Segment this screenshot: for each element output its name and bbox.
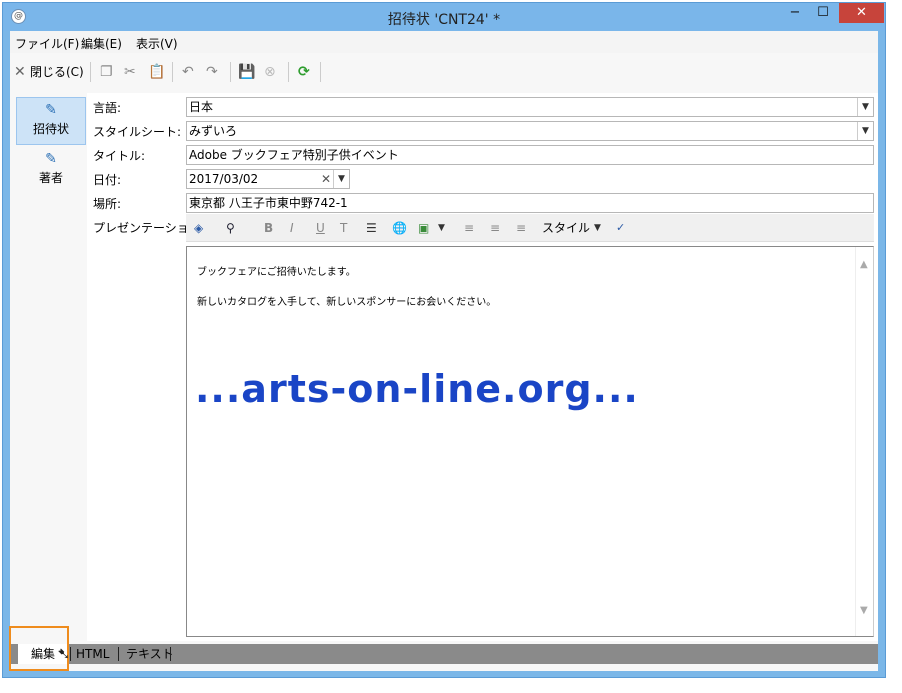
title-input[interactable]: Adobe ブックフェア特別子供イベント	[186, 145, 874, 165]
tab-html[interactable]: HTML	[70, 644, 115, 664]
link-icon[interactable]: 🌐	[392, 220, 407, 236]
toolbar-separator	[230, 62, 231, 82]
clear-icon[interactable]: ✕	[321, 170, 331, 188]
close-x-icon: ✕	[14, 64, 26, 80]
editor-mode-tabs: 編集 HTML テキスト	[10, 644, 878, 664]
maximize-button[interactable]: ☐	[809, 3, 837, 23]
nav-item-label: 招待状	[32, 122, 69, 136]
cut-icon[interactable]: ✂	[124, 62, 136, 82]
menu-edit[interactable]: 編集(E)	[81, 35, 122, 52]
editor-line: 新しいカタログを入手して、新しいスポンサーにお会いください。	[197, 297, 497, 308]
title-label: タイトル:	[93, 149, 146, 163]
place-label: 場所:	[93, 197, 122, 211]
bold-icon[interactable]: B	[264, 220, 273, 236]
minimize-button[interactable]: −	[781, 3, 809, 23]
stylesheet-value: みずいろ	[189, 124, 238, 138]
stylesheet-select[interactable]: みずいろ ▼	[186, 121, 874, 141]
title-bar: @ 招待状 'CNT24' * − ☐ ✕	[3, 3, 885, 31]
close-window-button[interactable]: ✕	[839, 3, 884, 23]
redo-icon[interactable]: ↷	[206, 62, 218, 82]
document-edit-icon: ✎	[45, 102, 57, 118]
cancel-icon[interactable]: ⊗	[264, 62, 276, 82]
stylesheet-label: スタイルシート:	[93, 125, 182, 139]
tab-separator	[118, 647, 119, 661]
language-label: 言語:	[93, 101, 122, 115]
chevron-down-icon[interactable]: ▼	[857, 98, 873, 116]
spellcheck-icon[interactable]: ✓	[616, 220, 625, 236]
window-title: 招待状 'CNT24' *	[387, 12, 501, 28]
left-nav-panel: ✎ 招待状 ✎ 著者	[10, 93, 86, 641]
main-window: @ 招待状 'CNT24' * − ☐ ✕ ファイル(F) 編集(E) 表示(V…	[2, 2, 886, 678]
chevron-down-icon[interactable]: ▼	[594, 220, 601, 236]
nav-item-label: 著者	[38, 171, 63, 185]
clear-format-icon[interactable]: T	[340, 220, 347, 236]
menu-bar: ファイル(F) 編集(E) 表示(V)	[10, 31, 878, 53]
italic-icon[interactable]: I	[290, 220, 294, 236]
chevron-down-icon[interactable]: ▼	[333, 170, 349, 188]
scroll-up-icon[interactable]: ▲	[860, 259, 868, 270]
editor-line: ブックフェアにご招待いたします。	[197, 267, 356, 278]
align-right-icon[interactable]: ≡	[516, 220, 526, 236]
image-icon[interactable]: ▣	[418, 220, 429, 236]
paste-icon[interactable]: 📋	[148, 62, 165, 82]
chevron-down-icon[interactable]: ▼	[438, 220, 445, 236]
source-icon[interactable]: ◈	[194, 220, 203, 236]
watermark-text: ...arts-on-line.org...	[195, 367, 639, 411]
refresh-icon[interactable]: ⟳	[298, 62, 310, 82]
style-select[interactable]: スタイル	[542, 220, 590, 236]
nav-item-author[interactable]: ✎ 著者	[16, 147, 86, 195]
toolbar-separator	[90, 62, 91, 82]
list-icon[interactable]: ☰	[366, 220, 377, 236]
underline-icon[interactable]: U	[316, 220, 325, 236]
editor-scrollbar[interactable]: ▲ ▼	[855, 247, 873, 636]
toolbar-separator	[288, 62, 289, 82]
language-value: 日本	[189, 100, 214, 114]
close-button[interactable]: 閉じる(C)	[30, 62, 84, 82]
align-left-icon[interactable]: ≡	[464, 220, 474, 236]
rich-text-editor[interactable]: ブックフェアにご招待いたします。 新しいカタログを入手して、新しいスポンサーにお…	[186, 246, 874, 637]
scroll-down-icon[interactable]: ▼	[860, 605, 868, 616]
align-center-icon[interactable]: ≡	[490, 220, 500, 236]
tab-separator	[170, 647, 171, 661]
save-icon[interactable]: 💾	[238, 62, 255, 82]
undo-icon[interactable]: ↶	[182, 62, 194, 82]
document-edit-icon: ✎	[45, 151, 57, 167]
mouse-cursor-icon: ➷	[57, 644, 71, 663]
toolbar-separator	[172, 62, 173, 82]
form-area: 言語: 日本 ▼ スタイルシート: みずいろ ▼ タイトル: Adobe ブック…	[87, 93, 878, 641]
language-select[interactable]: 日本 ▼	[186, 97, 874, 117]
menu-file[interactable]: ファイル(F)	[15, 35, 79, 52]
copy-icon[interactable]: ❐	[100, 62, 113, 82]
place-input[interactable]: 東京都 八王子市東中野742-1	[186, 193, 874, 213]
date-input[interactable]: 2017/03/02 ✕ ▼	[186, 169, 350, 189]
chevron-down-icon[interactable]: ▼	[857, 122, 873, 140]
date-value: 2017/03/02	[189, 172, 259, 186]
toolbar-separator	[320, 62, 321, 82]
find-icon[interactable]: ⚲	[226, 220, 235, 236]
date-label: 日付:	[93, 173, 122, 187]
main-toolbar: ✕ 閉じる(C) ❐ ✂ 📋 ↶ ↷ 💾 ⊗ ⟳	[10, 58, 878, 86]
editor-toolbar: ◈ ⚲ B I U T ☰ 🌐 ▣ ▼ ≡ ≡ ≡ スタイル ▼ ✓	[186, 214, 874, 242]
nav-item-invitation[interactable]: ✎ 招待状	[16, 97, 86, 145]
window-client: ファイル(F) 編集(E) 表示(V) ✕ 閉じる(C) ❐ ✂ 📋 ↶ ↷ 💾…	[10, 31, 878, 671]
menu-view[interactable]: 表示(V)	[136, 35, 178, 52]
